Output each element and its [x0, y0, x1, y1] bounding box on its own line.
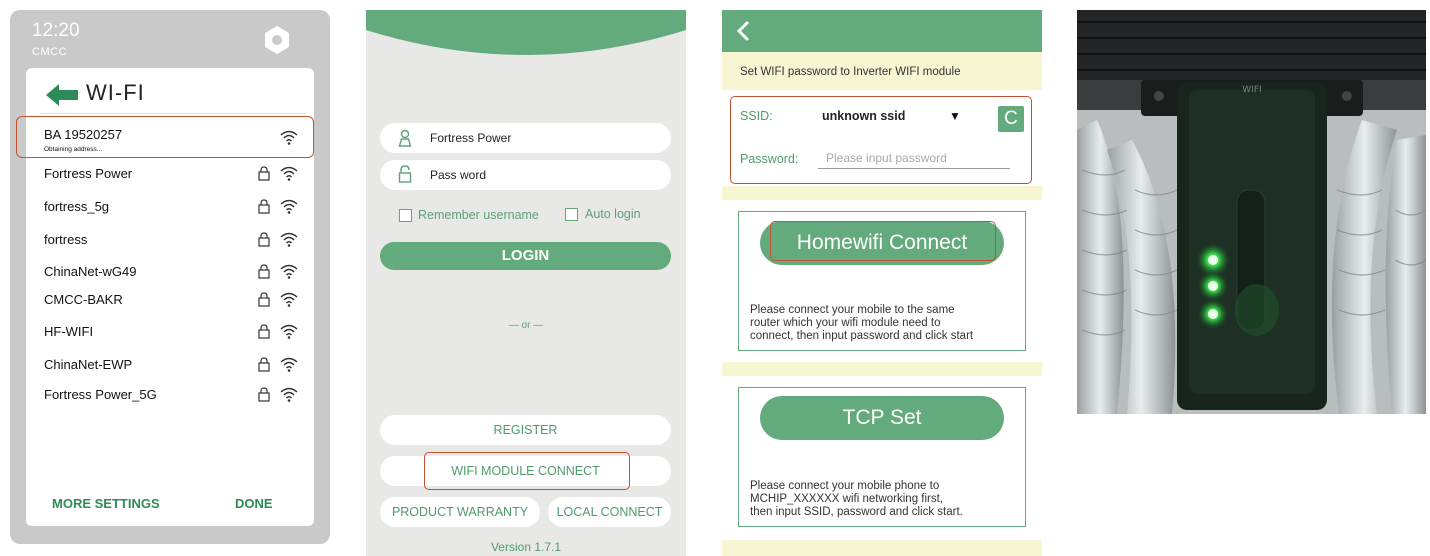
network-name: fortress_5g: [44, 199, 110, 214]
auto-login-label: Auto login: [585, 207, 641, 221]
module-label: WIFI: [1242, 85, 1261, 95]
wifi-signal-icon: [280, 264, 298, 284]
done-button[interactable]: DONE: [235, 496, 273, 511]
tcp-set-button[interactable]: TCP Set: [760, 396, 1004, 440]
username-value: Fortress Power: [430, 131, 512, 145]
network-name: CMCC-BAKR: [44, 292, 123, 307]
highlight-wifi-module-connect: [424, 452, 630, 490]
network-row[interactable]: HF-WIFI: [26, 318, 314, 350]
login-button[interactable]: LOGIN: [380, 242, 671, 270]
highlight-selected-network: [16, 116, 314, 158]
network-row[interactable]: fortress_5g: [26, 193, 314, 225]
user-icon: [398, 129, 412, 147]
network-row[interactable]: fortress: [26, 226, 314, 258]
tcp-description: Please connect your mobile phone to MCHI…: [750, 480, 963, 518]
network-name: HF-WIFI: [44, 324, 94, 339]
lock-icon: [258, 387, 270, 407]
wifi-signal-icon: [280, 166, 298, 186]
status-time: 12:20: [32, 20, 80, 41]
tcp-frame: TCP Set Please connect your mobile phone…: [738, 387, 1026, 527]
wifi-settings-screen: 12:20 CMCC WI-FI BA 19520257 Obtaining ad…: [10, 10, 330, 544]
local-connect-button[interactable]: LOCAL CONNECT: [548, 497, 671, 527]
product-warranty-button[interactable]: PRODUCT WARRANTY: [380, 497, 540, 527]
wifi-signal-icon: [280, 292, 298, 312]
lock-icon: [258, 324, 270, 344]
homewifi-description: Please connect your mobile to the same r…: [750, 304, 974, 342]
header-wave: [366, 10, 686, 55]
divider: [40, 113, 306, 114]
lock-icon: [258, 166, 270, 186]
version-label: Version 1.7.1: [490, 540, 562, 554]
network-name: fortress: [44, 232, 88, 247]
lock-icon: [258, 357, 270, 377]
home-hexagon-icon[interactable]: [263, 25, 291, 55]
password-field[interactable]: Pass word: [380, 160, 671, 190]
network-row[interactable]: Fortress Power_5G: [26, 381, 314, 413]
more-settings-button[interactable]: MORE SETTINGS: [52, 496, 160, 511]
wifi-signal-icon: [280, 232, 298, 252]
lock-icon: [258, 232, 270, 252]
network-name: Fortress Power: [44, 166, 133, 181]
wifi-signal-icon: [280, 324, 298, 344]
instruction-text: Set WIFI password to Inverter WIFI modul…: [740, 66, 961, 78]
remember-username-label: Remember username: [418, 208, 539, 222]
lock-icon: [258, 292, 270, 312]
network-name: ChinaNet-wG49: [44, 264, 137, 279]
highlight-homewifi-button: [770, 221, 996, 261]
top-bar: [722, 10, 1042, 52]
password-value: Pass word: [430, 168, 487, 182]
network-name: ChinaNet-EWP: [44, 357, 133, 372]
network-row[interactable]: CMCC-BAKR: [26, 286, 314, 318]
back-chevron-icon[interactable]: [736, 20, 750, 42]
network-name: Fortress Power_5G: [44, 387, 157, 402]
remember-username-checkbox[interactable]: [399, 209, 412, 222]
username-field[interactable]: Fortress Power: [380, 123, 671, 153]
wifi-title: WI-FI: [86, 80, 145, 105]
lock-icon: [398, 165, 412, 183]
status-carrier: CMCC: [32, 46, 67, 58]
lock-icon: [258, 199, 270, 219]
wifi-signal-icon: [280, 357, 298, 377]
network-row[interactable]: Fortress Power: [26, 160, 314, 192]
lock-icon: [258, 264, 270, 284]
or-divider: — or —: [508, 320, 544, 331]
wifi-module-setup-screen: Set WIFI password to Inverter WIFI modul…: [722, 10, 1042, 556]
back-arrow-icon[interactable]: [46, 84, 78, 106]
wifi-module-photo: WIFI: [1077, 10, 1426, 414]
photo-illustration: WIFI: [1077, 10, 1426, 414]
wifi-signal-icon: [280, 199, 298, 219]
auto-login-checkbox[interactable]: [565, 208, 578, 221]
highlight-credentials: [730, 96, 1032, 184]
network-row[interactable]: ChinaNet-EWP: [26, 351, 314, 383]
register-button[interactable]: REGISTER: [380, 415, 671, 445]
wifi-signal-icon: [280, 387, 298, 407]
